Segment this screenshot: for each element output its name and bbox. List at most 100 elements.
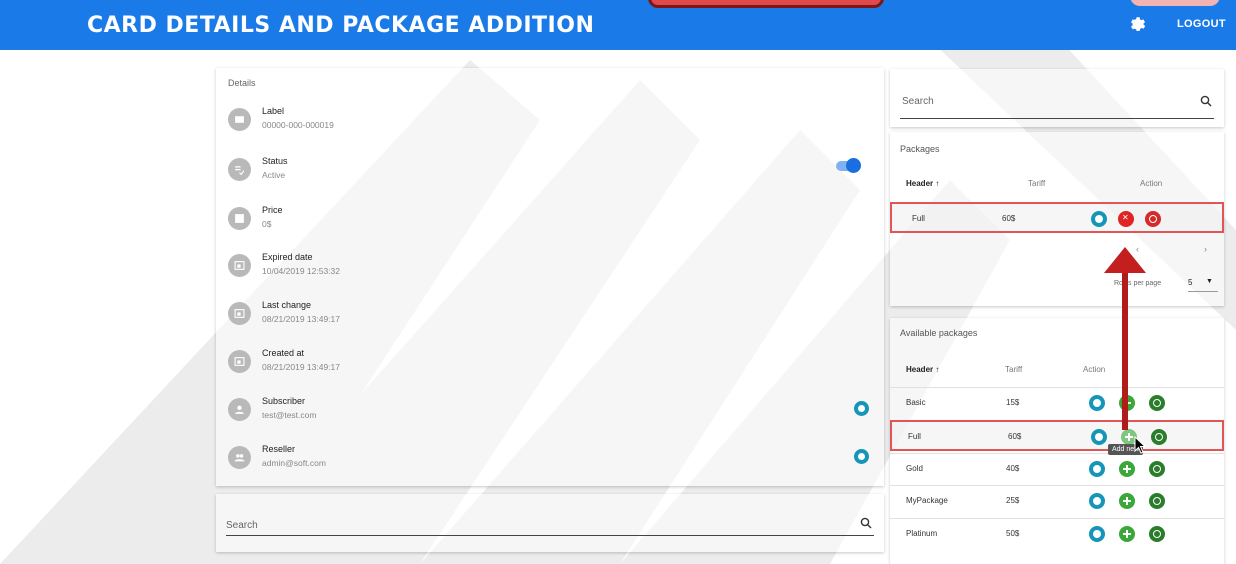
people-icon (228, 446, 251, 469)
subscriber-info-button[interactable] (854, 401, 869, 416)
calendar-icon (228, 350, 251, 373)
toggle-knob (846, 158, 861, 173)
annotation-arrow (1104, 247, 1146, 430)
logout-button[interactable]: LOGOUT (1177, 18, 1226, 30)
column-header: Action (1140, 179, 1163, 188)
table-row: Full 60$ (890, 202, 1224, 233)
detail-value: test@test.com (262, 410, 317, 420)
table-row: Basic 15$ (890, 387, 1224, 418)
timer-icon[interactable] (1149, 493, 1165, 509)
detail-label: Label (262, 106, 285, 116)
package-name: Gold (906, 464, 923, 473)
detail-row-status: Status Active (228, 152, 868, 192)
column-header: Tariff (1028, 179, 1046, 188)
reseller-info-button[interactable] (854, 449, 869, 464)
detail-label: Expired date (262, 252, 313, 262)
search-bottom-card: Search (216, 494, 884, 552)
timer-icon[interactable] (1149, 461, 1165, 477)
detail-row-reseller: Reseller admin@soft.com (228, 440, 869, 480)
package-tariff: 15$ (1006, 398, 1020, 407)
column-header-sortable[interactable]: Header ↑ (906, 365, 939, 374)
package-name: Platinum (906, 529, 938, 538)
detail-row-last-change: Last change 08/21/2019 13:49:17 (228, 296, 868, 336)
column-header-sortable[interactable]: Header ↑ (906, 179, 939, 188)
detail-value: admin@soft.com (262, 458, 326, 468)
detail-row-subscriber: Subscriber test@test.com (228, 392, 869, 432)
info-button[interactable] (1091, 211, 1107, 227)
package-name: Full (908, 432, 921, 441)
info-button[interactable] (1089, 493, 1105, 509)
available-packages-title: Available packages (900, 328, 978, 338)
timer-icon[interactable] (1149, 395, 1165, 411)
details-heading: Details (228, 78, 256, 88)
available-table-header: Header ↑ Tariff Action (890, 361, 1224, 381)
table-row: MyPackage 25$ (890, 485, 1224, 516)
timer-icon[interactable] (1149, 526, 1165, 542)
column-header-label: Header (906, 365, 934, 374)
info-button[interactable] (1089, 526, 1105, 542)
table-row: Platinum 50$ (890, 518, 1224, 549)
detail-row-created-at: Created at 08/21/2019 13:49:17 (228, 344, 868, 384)
timer-icon[interactable] (1151, 429, 1167, 445)
add-button[interactable] (1119, 493, 1135, 509)
detail-label: Created at (262, 348, 305, 358)
package-tariff: 40$ (1006, 464, 1020, 473)
gear-icon[interactable] (1128, 15, 1146, 33)
package-name: Full (912, 214, 925, 223)
card-icon (228, 207, 251, 230)
detail-row-price: Price 0$ (228, 201, 868, 241)
table-row: Gold 40$ (890, 453, 1224, 484)
package-tariff: 50$ (1006, 529, 1020, 538)
chevron-down-icon: ▼ (1206, 278, 1213, 285)
folder-icon (228, 108, 251, 131)
detail-value: 08/21/2019 13:49:17 (262, 362, 340, 372)
detail-label: Price (262, 205, 283, 215)
detail-value: 0$ (262, 219, 272, 229)
calendar-icon (228, 254, 251, 277)
add-button[interactable] (1119, 526, 1135, 542)
detail-value: Active (262, 170, 286, 180)
detail-label: Last change (262, 300, 312, 310)
playlist-check-icon (228, 158, 251, 181)
person-icon (228, 398, 251, 421)
search-input[interactable]: Search (900, 89, 1214, 119)
detail-row-label: Label 00000-000-000019 (228, 102, 868, 142)
status-toggle[interactable] (836, 158, 861, 173)
add-button[interactable] (1119, 461, 1135, 477)
package-tariff: 60$ (1008, 432, 1022, 441)
next-page-button[interactable]: › (1204, 244, 1207, 254)
column-header: Tariff (1005, 365, 1023, 374)
info-button[interactable] (1089, 461, 1105, 477)
package-tariff: 25$ (1006, 496, 1020, 505)
detail-row-expired-date: Expired date 10/04/2019 12:53:32 (228, 248, 868, 288)
detail-value: 08/21/2019 13:49:17 (262, 314, 340, 324)
search-icon[interactable] (1200, 95, 1212, 107)
detail-label: Subscriber (262, 396, 306, 406)
package-name: MyPackage (906, 496, 948, 505)
window-notch-secondary (1130, 0, 1220, 6)
app-header: CARD DETAILS AND PACKAGE ADDITION LOGOUT (0, 0, 1236, 50)
search-placeholder: Search (226, 520, 258, 531)
package-name: Basic (906, 398, 926, 407)
detail-label: Reseller (262, 444, 296, 454)
column-header-label: Header (906, 179, 934, 188)
search-input[interactable]: Search (226, 514, 874, 536)
rows-per-page-value: 5 (1188, 278, 1193, 287)
available-packages-card: Available packages Header ↑ Tariff Actio… (890, 318, 1224, 564)
detail-value: 10/04/2019 12:53:32 (262, 266, 340, 276)
page-title: CARD DETAILS AND PACKAGE ADDITION (87, 13, 595, 38)
detail-label: Status (262, 156, 288, 166)
search-icon[interactable] (860, 517, 872, 529)
packages-title: Packages (900, 144, 940, 154)
search-top-card: Search (890, 69, 1224, 127)
table-row: Full 60$ (890, 420, 1224, 451)
rows-per-page-select[interactable]: 5 ▼ (1188, 278, 1218, 292)
detail-value: 00000-000-000019 (262, 120, 334, 130)
remove-button[interactable] (1118, 211, 1134, 227)
search-placeholder: Search (902, 96, 934, 107)
window-notch (648, 0, 884, 8)
package-tariff: 60$ (1002, 214, 1016, 223)
packages-card: Packages Header ↑ Tariff Action Full 60$… (890, 132, 1224, 306)
timer-icon[interactable] (1145, 211, 1161, 227)
details-card: Details Label 00000-000-000019 Status Ac… (216, 68, 884, 486)
